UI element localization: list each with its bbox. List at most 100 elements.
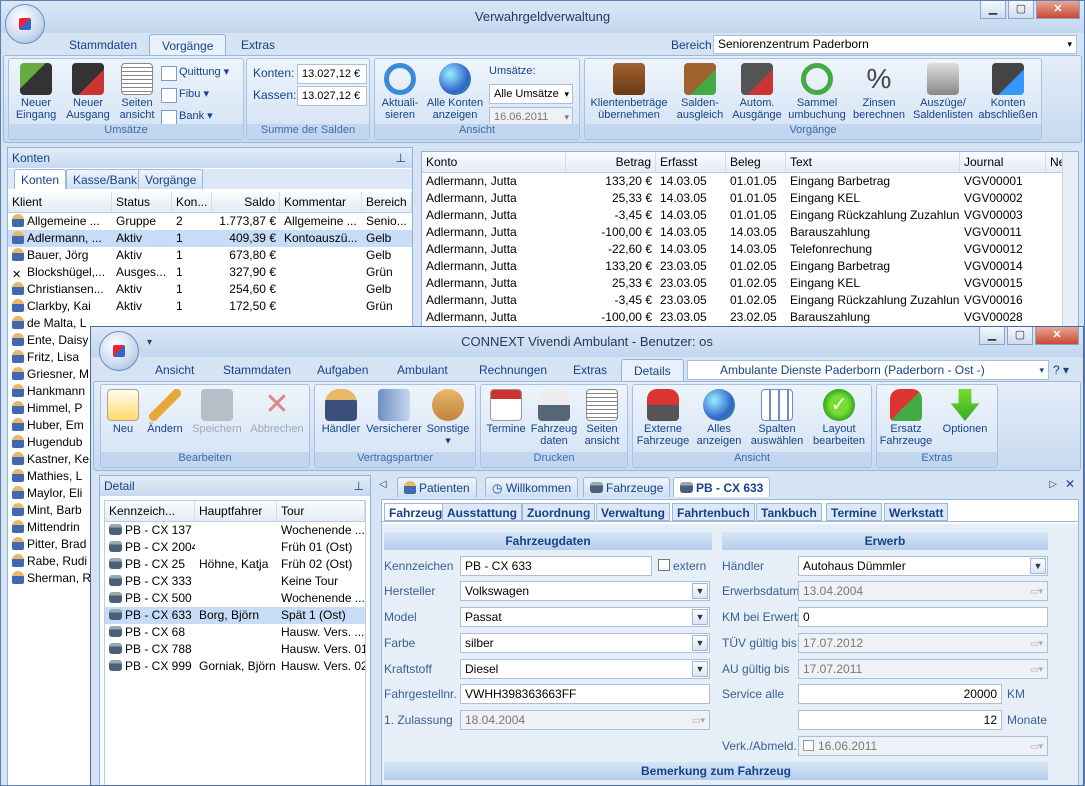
- col-konto[interactable]: Konto: [422, 152, 566, 172]
- verk-field[interactable]: 16.06.2011 ▭▾: [798, 736, 1048, 756]
- chevron-down-icon[interactable]: ▼: [1030, 558, 1046, 574]
- sonstige-button[interactable]: Sonstige ▾: [423, 389, 473, 447]
- au-field[interactable]: 17.07.2011 ▭▾: [798, 659, 1048, 679]
- kennzeichen-field[interactable]: PB - CX 633: [460, 556, 652, 576]
- subtab-fahrtenbuch[interactable]: Fahrtenbuch: [672, 503, 755, 521]
- col-tour[interactable]: Tour: [277, 501, 365, 521]
- fahrgestellnr-field[interactable]: VWHH398363663FF: [460, 684, 710, 704]
- table-row[interactable]: Clarkby, Kai Aktiv 1 172,50 € Grün: [8, 298, 412, 315]
- bereich-select[interactable]: Seniorenzentrum Paderborn ▾: [713, 35, 1077, 54]
- subtab-fahrzeug[interactable]: Fahrzeug: [384, 503, 448, 521]
- close-icon[interactable]: ✕: [1036, 1, 1080, 19]
- col-hauptfahrer[interactable]: Hauptfahrer: [195, 501, 277, 521]
- klientenbetraege-button[interactable]: Klientenbeträge übernehmen: [587, 63, 671, 121]
- termine-button[interactable]: Termine: [483, 389, 529, 435]
- subtab-ausstattung[interactable]: Ausstattung: [442, 503, 522, 521]
- col-beleg[interactable]: Beleg: [726, 152, 786, 172]
- col-klient[interactable]: Klient: [8, 192, 112, 212]
- chevron-down-icon[interactable]: ▼: [692, 661, 708, 677]
- tab-extras[interactable]: Extras: [229, 34, 287, 56]
- aktualisieren-button[interactable]: Aktuali- sieren: [379, 63, 421, 121]
- calendar-dropdown-icon[interactable]: ▭▾: [1030, 582, 1043, 600]
- chevron-down-icon[interactable]: ▼: [692, 583, 708, 599]
- auszuege-button[interactable]: Auszüge/ Saldenlisten: [911, 63, 975, 121]
- subtab-termine[interactable]: Termine: [826, 503, 882, 521]
- tab-ambulant[interactable]: Ambulant: [385, 359, 460, 381]
- journal-scrollbar[interactable]: [1062, 152, 1078, 330]
- extern-checkbox[interactable]: [658, 559, 670, 571]
- subtab-zuordnung[interactable]: Zuordnung: [522, 503, 596, 521]
- service-km-field[interactable]: 20000: [798, 684, 1002, 704]
- col-kennzeichen[interactable]: Kennzeich...: [105, 501, 195, 521]
- subtab-kasse-bank[interactable]: Kasse/Bank: [66, 169, 145, 189]
- tab-stammdaten[interactable]: Stammdaten: [211, 359, 303, 381]
- table-row[interactable]: Christiansen... Aktiv 1 254,60 € Gelb: [8, 281, 412, 298]
- doctab-pb-cx-633[interactable]: PB - CX 633: [673, 477, 771, 497]
- autom-ausgaenge-button[interactable]: Autom. Ausgänge: [729, 63, 785, 121]
- service-monate-field[interactable]: 12: [798, 710, 1002, 730]
- calendar-dropdown-icon[interactable]: ▭▾: [1030, 634, 1043, 652]
- vehicle-row[interactable]: PB - CX 25 Höhne, Katja Früh 02 (Ost): [105, 556, 365, 573]
- layout-bearbeiten-button[interactable]: ✓ Layout bearbeiten: [809, 389, 869, 447]
- hersteller-select[interactable]: Volkswagen ▼: [460, 581, 710, 601]
- fahrzeugdaten-button[interactable]: Fahrzeug daten: [529, 389, 579, 447]
- vehicle-row[interactable]: PB - CX 788 Hausw. Vers. 01: [105, 641, 365, 658]
- vehicle-row[interactable]: PB - CX 137 Wochenende ...: [105, 522, 365, 539]
- tabs-right-arrow-icon[interactable]: ▷: [1049, 479, 1057, 490]
- speichern-button[interactable]: Speichern: [189, 389, 245, 435]
- ersatz-fahrzeuge-button[interactable]: Ersatz Fahrzeuge: [879, 389, 933, 447]
- vehicle-row[interactable]: PB - CX 333 Keine Tour: [105, 573, 365, 590]
- col-bereich[interactable]: Bereich: [362, 192, 412, 212]
- table-row[interactable]: Allgemeine ... Gruppe 2 1.773,87 € Allgemein…: [8, 213, 412, 230]
- km-erwerb-field[interactable]: 0: [798, 607, 1048, 627]
- neuer-eingang-button[interactable]: Neuer Eingang: [13, 63, 59, 121]
- tab-rechnungen[interactable]: Rechnungen: [467, 359, 559, 381]
- table-row[interactable]: Bauer, Jörg Aktiv 1 673,80 € Gelb: [8, 247, 412, 264]
- alles-anzeigen-button[interactable]: Alles anzeigen: [691, 389, 747, 447]
- alle-konten-button[interactable]: Alle Konten anzeigen: [423, 63, 487, 121]
- col-erfasst[interactable]: Erfasst: [656, 152, 726, 172]
- col-text[interactable]: Text: [786, 152, 960, 172]
- vehicle-row[interactable]: PB - CX 633 Borg, Björn Spät 1 (Ost): [105, 607, 365, 624]
- journal-row[interactable]: Adlermann, Jutta -100,00 € 23.03.05 23.02.0…: [422, 309, 1078, 326]
- vehicle-row[interactable]: PB - CX 500 Wochenende ...: [105, 590, 365, 607]
- pin-icon[interactable]: ⊥: [354, 476, 364, 496]
- fibu-button[interactable]: Fibu ▾: [161, 85, 209, 104]
- tuev-field[interactable]: 17.07.2012 ▭▾: [798, 633, 1048, 653]
- quittung-button[interactable]: Quittung ▾: [161, 63, 229, 82]
- maximize-icon[interactable]: ▢: [1008, 1, 1034, 19]
- doctab-patienten[interactable]: Patienten: [397, 477, 477, 497]
- col-status[interactable]: Status: [112, 192, 172, 212]
- journal-row[interactable]: Adlermann, Jutta -100,00 € 14.03.05 14.03.0…: [422, 224, 1078, 241]
- haendler-button[interactable]: Händler: [317, 389, 365, 435]
- versicherer-button[interactable]: Versicherer: [365, 389, 423, 435]
- close-icon[interactable]: ✕: [1035, 327, 1079, 345]
- subtab-tankbuch[interactable]: Tankbuch: [756, 503, 822, 521]
- zulassung-field[interactable]: 18.04.2004 ▭▾: [460, 710, 710, 730]
- col-kon[interactable]: Kon...: [172, 192, 212, 212]
- neu-button[interactable]: Neu: [105, 389, 141, 435]
- doctab-fahrzeuge[interactable]: Fahrzeuge: [583, 477, 671, 497]
- journal-row[interactable]: Adlermann, Jutta 133,20 € 23.03.05 01.02.05…: [422, 258, 1078, 275]
- col-saldo[interactable]: Saldo: [212, 192, 280, 212]
- tab-aufgaben[interactable]: Aufgaben: [305, 359, 380, 381]
- journal-row[interactable]: Adlermann, Jutta -3,45 € 14.03.05 01.01.05 E…: [422, 207, 1078, 224]
- vehicle-row[interactable]: PB - CX 999 Gorniak, Björn Hausw. Vers. 02: [105, 658, 365, 675]
- calendar-dropdown-icon[interactable]: ▭▾: [692, 711, 705, 729]
- col-betrag[interactable]: Betrag: [566, 152, 656, 172]
- help-button[interactable]: ? ▾: [1047, 359, 1075, 381]
- minimize-icon[interactable]: ▁: [980, 1, 1006, 19]
- sammelumbuchung-button[interactable]: Sammel umbuchung: [787, 63, 847, 121]
- aendern-button[interactable]: Ändern: [143, 389, 187, 435]
- tab-extras[interactable]: Extras: [561, 359, 619, 381]
- pin-icon[interactable]: ⊥: [396, 148, 406, 168]
- externe-fahrzeuge-button[interactable]: Externe Fahrzeuge: [635, 389, 691, 447]
- connext-seitenansicht-button[interactable]: Seiten ansicht: [579, 389, 625, 447]
- spalten-auswaehlen-button[interactable]: Spalten auswählen: [747, 389, 807, 447]
- tab-details[interactable]: Details: [621, 359, 684, 381]
- subtab-konten[interactable]: Konten: [14, 169, 67, 189]
- connext-menu-button[interactable]: [99, 331, 139, 371]
- col-kommentar[interactable]: Kommentar: [280, 192, 362, 212]
- journal-row[interactable]: Adlermann, Jutta 25,33 € 14.03.05 01.01.05 E…: [422, 190, 1078, 207]
- col-journal[interactable]: Journal: [960, 152, 1046, 172]
